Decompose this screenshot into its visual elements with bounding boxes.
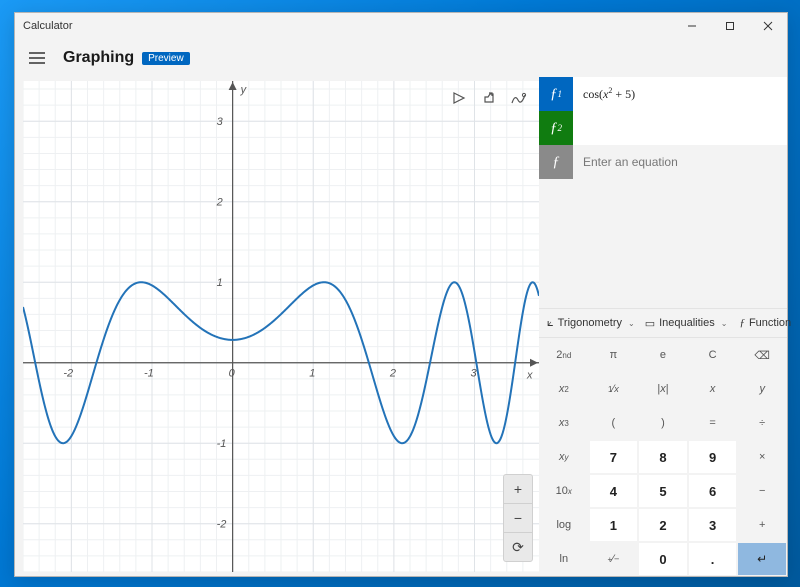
svg-text:1: 1 <box>217 277 223 289</box>
right-panel: ƒ1cos(x2 + 5)ƒ2ƒEnter an equation ⟀ Trig… <box>539 77 787 576</box>
function-button[interactable]: ƒ Function <box>735 315 795 331</box>
close-button[interactable] <box>749 13 787 39</box>
key-6[interactable]: 6 <box>688 474 738 508</box>
minimize-button[interactable] <box>673 13 711 39</box>
equation-row[interactable]: ƒ1cos(x2 + 5) <box>539 77 787 111</box>
key-symbol[interactable]: + <box>737 508 787 542</box>
key-symbol[interactable]: +⁄− <box>589 542 639 576</box>
key-symbol[interactable]: − <box>737 474 787 508</box>
key-4[interactable]: 4 <box>589 474 639 508</box>
key-x[interactable]: x3 <box>539 406 589 440</box>
key-symbol[interactable]: ÷ <box>737 406 787 440</box>
key-x[interactable]: x2 <box>539 372 589 406</box>
key-log[interactable]: log <box>539 508 589 542</box>
mode-title: Graphing <box>63 49 134 67</box>
ineq-label: Inequalities <box>659 317 715 329</box>
graph-options-icon[interactable] <box>505 85 533 111</box>
key-symbol[interactable]: ↵ <box>737 542 787 576</box>
key-symbol[interactable]: ⌫ <box>737 338 787 372</box>
chevron-down-icon: ⌄ <box>721 319 728 328</box>
svg-text:2: 2 <box>389 368 396 380</box>
key-2[interactable]: 2nd <box>539 338 589 372</box>
inequalities-dropdown[interactable]: ▭ Inequalities ⌄ <box>641 315 732 332</box>
trace-icon[interactable] <box>445 85 473 111</box>
graph-canvas[interactable]: -2-10123-2-1123xy <box>23 81 539 572</box>
key-1[interactable]: 1 <box>589 508 639 542</box>
equation-swatch[interactable]: ƒ <box>539 145 573 179</box>
key-7[interactable]: 7 <box>589 440 639 474</box>
key-symbol[interactable]: π <box>589 338 639 372</box>
inequality-icon: ▭ <box>645 317 655 330</box>
key-8[interactable]: 8 <box>638 440 688 474</box>
equation-input-placeholder[interactable]: Enter an equation <box>573 155 787 169</box>
key-0[interactable]: 0 <box>638 542 688 576</box>
equation-row[interactable]: ƒ2 <box>539 111 787 145</box>
keypad: 2ndπeC⌫x21⁄x|x|xyx3()=÷xy789×10x456−log1… <box>539 338 787 576</box>
preview-badge: Preview <box>142 52 190 65</box>
svg-text:2: 2 <box>216 197 223 209</box>
equation-swatch[interactable]: ƒ2 <box>539 111 573 145</box>
title-bar: Calculator <box>15 13 787 39</box>
key-y[interactable]: y <box>737 372 787 406</box>
svg-text:-1: -1 <box>217 438 227 450</box>
key-x[interactable]: x <box>688 372 738 406</box>
key-5[interactable]: 5 <box>638 474 688 508</box>
graph-toolbar <box>445 85 533 111</box>
app-header: Graphing Preview <box>15 39 787 77</box>
equation-list: ƒ1cos(x2 + 5)ƒ2ƒEnter an equation <box>539 77 787 179</box>
key-x[interactable]: xy <box>539 440 589 474</box>
key-e[interactable]: e <box>638 338 688 372</box>
svg-text:3: 3 <box>217 116 224 128</box>
share-icon[interactable] <box>475 85 503 111</box>
svg-text:-2: -2 <box>217 519 227 531</box>
trigonometry-dropdown[interactable]: ⟀ Trigonometry ⌄ <box>543 315 639 332</box>
app-window: Calculator Graphing Preview <box>14 12 788 577</box>
zoom-out-button[interactable]: − <box>504 504 532 533</box>
angle-icon: ⟀ <box>547 317 554 330</box>
hamburger-menu-icon[interactable] <box>25 46 49 70</box>
key-x[interactable]: |x| <box>638 372 688 406</box>
svg-text:x: x <box>526 370 533 382</box>
svg-text:-2: -2 <box>63 368 73 380</box>
svg-text:0: 0 <box>229 368 236 380</box>
key-symbol[interactable]: 1⁄x <box>589 372 639 406</box>
key-symbol[interactable]: ( <box>589 406 639 440</box>
svg-text:y: y <box>240 84 248 96</box>
function-icon: ƒ <box>739 317 745 329</box>
equation-expression[interactable]: cos(x2 + 5) <box>573 86 787 102</box>
equation-row[interactable]: ƒEnter an equation <box>539 145 787 179</box>
key-C[interactable]: C <box>688 338 738 372</box>
key-symbol[interactable]: . <box>688 542 738 576</box>
maximize-button[interactable] <box>711 13 749 39</box>
func-label: Function <box>749 317 791 329</box>
zoom-controls: + − ⟳ <box>503 474 533 562</box>
key-3[interactable]: 3 <box>688 508 738 542</box>
svg-text:-1: -1 <box>144 368 154 380</box>
key-symbol[interactable]: × <box>737 440 787 474</box>
trig-label: Trigonometry <box>558 317 622 329</box>
chevron-down-icon: ⌄ <box>628 319 635 328</box>
equation-swatch[interactable]: ƒ1 <box>539 77 573 111</box>
zoom-reset-button[interactable]: ⟳ <box>504 533 532 561</box>
window-title: Calculator <box>23 20 73 32</box>
key-2[interactable]: 2 <box>638 508 688 542</box>
svg-text:1: 1 <box>309 368 315 380</box>
zoom-in-button[interactable]: + <box>504 475 532 504</box>
key-10[interactable]: 10x <box>539 474 589 508</box>
key-9[interactable]: 9 <box>688 440 738 474</box>
graph-panel: -2-10123-2-1123xy + <box>15 77 539 576</box>
category-strip: ⟀ Trigonometry ⌄ ▭ Inequalities ⌄ ƒ Func… <box>539 308 787 338</box>
key-symbol[interactable]: = <box>688 406 738 440</box>
key-symbol[interactable]: ) <box>638 406 688 440</box>
key-ln[interactable]: ln <box>539 542 589 576</box>
